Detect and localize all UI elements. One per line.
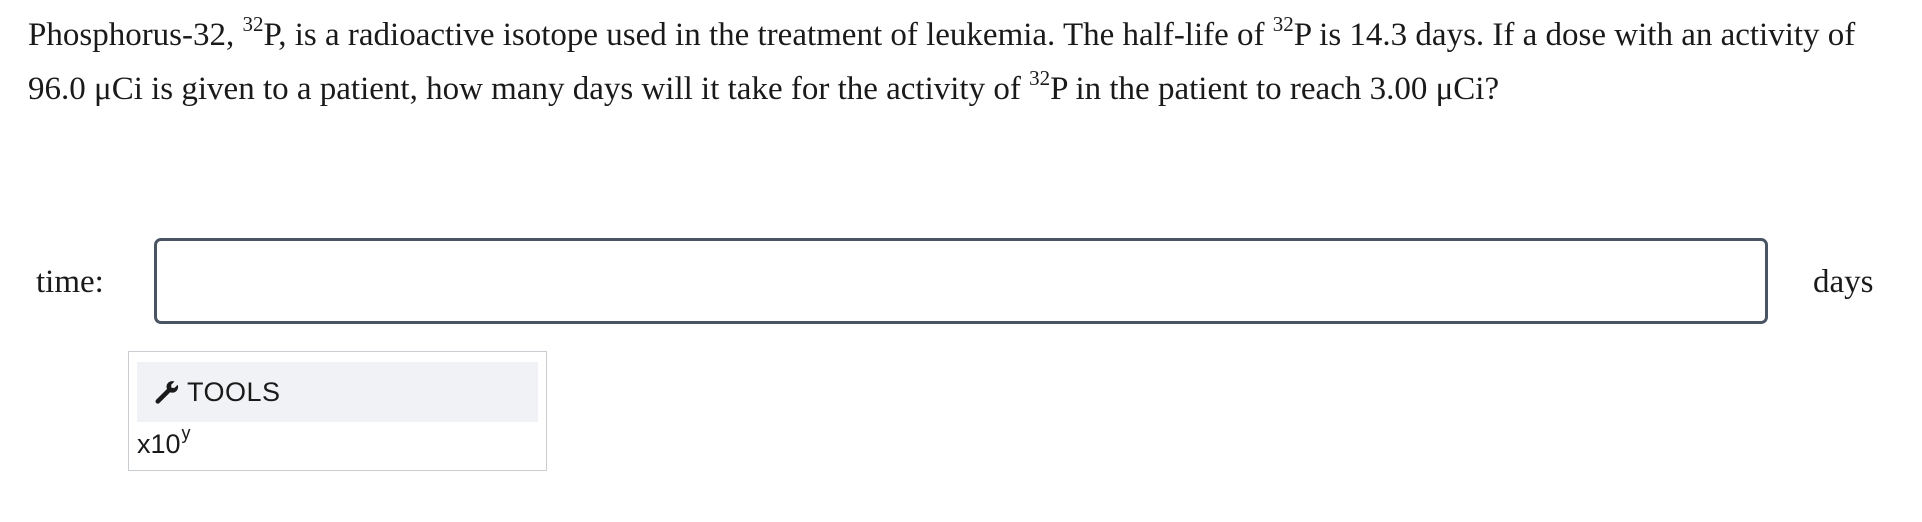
isotope-mass-number: 32 <box>242 12 264 36</box>
time-input[interactable] <box>154 238 1768 324</box>
time-label: time: <box>36 264 104 300</box>
x10-base: x10 <box>137 429 181 459</box>
question-text: Phosphorus-32, 32P, is a radioactive iso… <box>28 8 1898 116</box>
scientific-notation-button[interactable]: x10y <box>137 423 191 467</box>
x10-exponent: y <box>181 423 191 443</box>
answer-row: time: days <box>0 238 1922 328</box>
unit-label: days <box>1813 264 1874 300</box>
tools-panel: TOOLS x10y <box>128 351 547 471</box>
tools-toggle-button[interactable]: TOOLS <box>137 362 538 422</box>
question-part-1: Phosphorus-32, <box>28 17 243 53</box>
tools-label: TOOLS <box>187 376 281 407</box>
wrench-icon <box>153 379 179 405</box>
question-part-4: P in the patient to reach 3.00 μCi? <box>1050 71 1500 107</box>
question-part-2: P, is a radioactive isotope used in the … <box>263 17 1273 53</box>
isotope-mass-number: 32 <box>1029 66 1051 90</box>
isotope-mass-number: 32 <box>1272 12 1294 36</box>
